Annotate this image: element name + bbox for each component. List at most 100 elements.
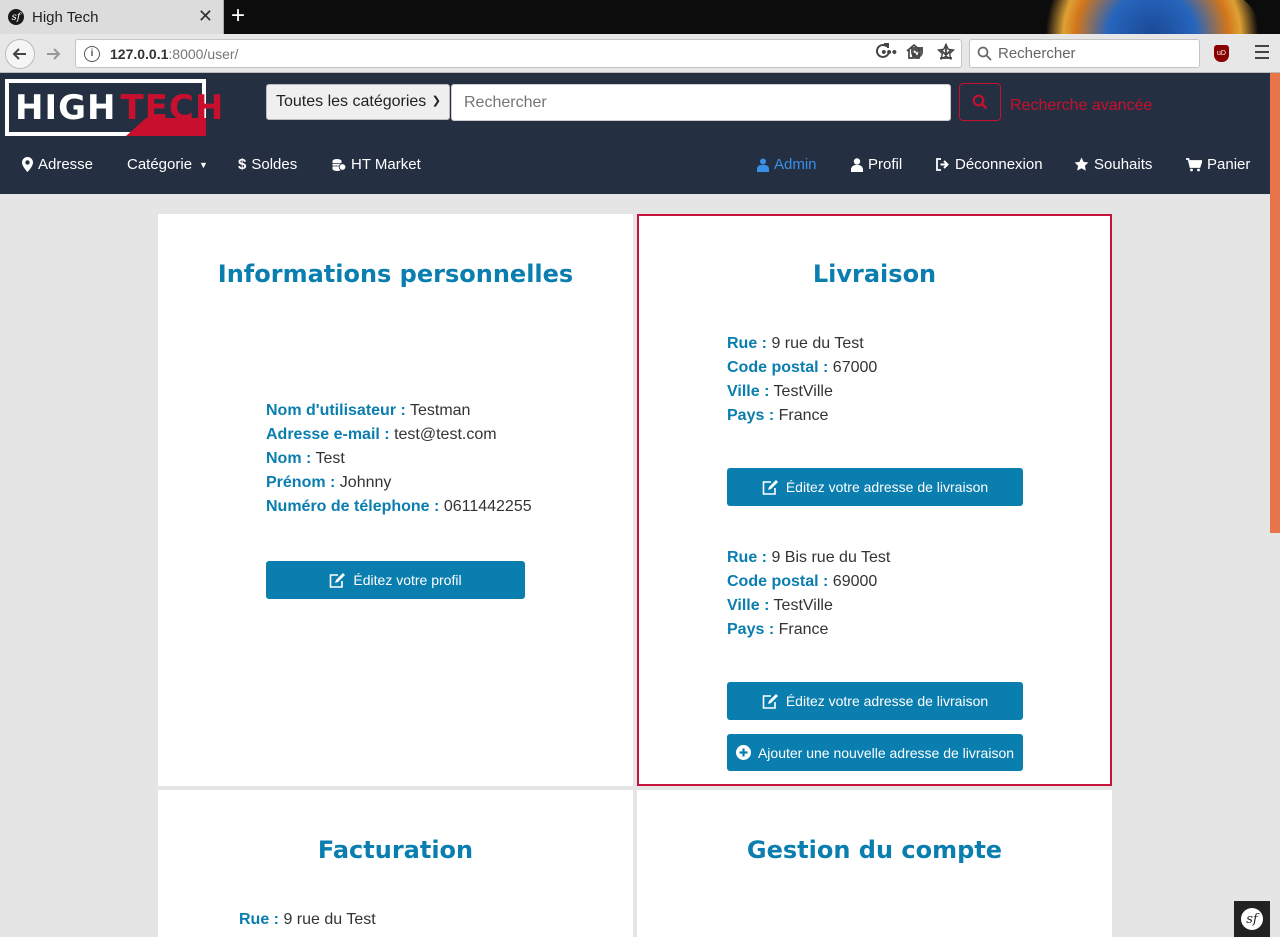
field-value: 9 Bis rue du Test [771,549,891,566]
search-button[interactable] [959,83,1001,121]
symfony-toolbar-toggle[interactable]: sf [1234,901,1270,937]
field-value: 0611442255 [443,498,532,515]
field-label: Prénom : [266,474,336,491]
site-header: HIGH TECH Toutes les catégories ❯ Recher… [0,73,1270,194]
browser-search-bar[interactable]: Rechercher [969,39,1200,68]
field-label: Pays : [727,621,775,638]
search-input[interactable] [451,84,951,121]
menu-icon[interactable] [1255,45,1269,63]
personal-info-title: Informations personnelles [217,260,574,288]
delivery-2-country: Pays : France [727,621,828,639]
delivery-1-country: Pays : France [727,407,828,425]
nav-panier[interactable]: Panier [1186,156,1250,173]
browser-toolbar: i 127.0.0.1:8000/user/ ••• Rechercher uD [0,34,1280,73]
field-label: Ville : [727,597,770,614]
field-label: Code postal : [727,573,829,590]
field-value: 9 rue du Test [771,335,864,352]
logo-tech-text: TECH [120,87,225,128]
close-tab-icon[interactable]: ✕ [198,7,213,25]
delivery-card: Livraison Rue : 9 rue du Test Code posta… [637,214,1112,786]
field-label: Numéro de télephone : [266,498,440,515]
add-delivery-label: Ajouter une nouvelle adresse de livraiso… [757,744,1015,761]
forward-button-icon[interactable] [38,39,68,69]
field-value: Testman [409,402,471,419]
users-icon [757,158,769,172]
field-value: France [778,407,829,424]
field-value: Johnny [339,474,392,491]
add-delivery-address-button[interactable]: Ajouter une nouvelle adresse de livraiso… [727,734,1023,771]
delivery-2-city: Ville : TestVille [727,597,833,615]
nav-ht-market-label: HT Market [351,156,421,173]
field-label: Nom d'utilisateur : [266,402,406,419]
advanced-search-link[interactable]: Recherche avancée [1010,97,1152,115]
nav-admin[interactable]: Admin [757,156,817,173]
home-icon[interactable] [905,42,923,60]
info-email: Adresse e-mail : test@test.com [266,426,497,444]
browser-tab-bar: sf High Tech ✕ + [0,0,1280,34]
search-icon [972,94,988,110]
nav-adresse[interactable]: Adresse [22,156,93,173]
chevron-down-icon: ❯ [431,95,441,107]
ublock-icon[interactable]: uD [1214,45,1229,62]
field-value: 69000 [832,573,878,590]
nav-deconnexion[interactable]: Déconnexion [936,156,1043,173]
field-label: Adresse e-mail : [266,426,390,443]
info-phone: Numéro de télephone : 0611442255 [266,498,532,516]
nav-admin-label: Admin [774,156,817,173]
url-text[interactable]: 127.0.0.1:8000/user/ [110,46,238,62]
nav-soldes[interactable]: $ Soldes [238,156,297,173]
star-icon [1074,157,1089,171]
browser-tab[interactable]: sf High Tech ✕ [0,0,224,34]
field-value: Test [315,450,345,467]
edit-icon [762,693,778,709]
field-label: Code postal : [727,359,829,376]
info-icon[interactable]: i [84,45,100,62]
category-select[interactable]: Toutes les catégories ❯ [266,84,450,120]
url-host: 127.0.0.1 [110,45,169,62]
nav-panier-label: Panier [1207,156,1251,173]
back-button-icon[interactable] [5,39,35,69]
nav-souhaits-label: Souhaits [1094,156,1153,173]
field-value: 67000 [832,359,878,376]
map-marker-icon [22,157,33,172]
billing-card: Facturation Rue : 9 rue du Test [158,790,633,937]
nav-soldes-label: Soldes [251,156,298,173]
field-label: Ville : [727,383,770,400]
field-label: Rue : [727,549,767,566]
sign-out-icon [936,158,949,171]
url-path: :8000/user/ [168,45,239,62]
download-icon[interactable] [937,42,955,60]
scrollbar-thumb[interactable] [1270,73,1280,533]
hightech-logo[interactable]: HIGH TECH [5,79,223,136]
billing-title: Facturation [317,836,474,864]
nav-profil-label: Profil [868,156,903,173]
nav-ht-market[interactable]: HT Market [332,156,421,173]
dollar-icon: $ [238,156,247,173]
tab-title: High Tech [32,8,99,26]
field-value: TestVille [773,597,833,614]
field-label: Rue : [239,911,279,928]
edit-icon [762,479,778,495]
delivery-2-postal: Code postal : 69000 [727,573,877,591]
field-label: Rue : [727,335,767,352]
edit-profile-label: Éditez votre profil [353,572,462,588]
billing-street: Rue : 9 rue du Test [239,911,376,929]
edit-profile-button[interactable]: Éditez votre profil [266,561,525,599]
edit-delivery-address-button-2[interactable]: Éditez votre adresse de livraison [727,682,1023,720]
delivery-1-postal: Code postal : 67000 [727,359,877,377]
nav-souhaits[interactable]: Souhaits [1074,156,1152,173]
nav-categorie-label: Catégorie [127,156,193,173]
url-bar[interactable]: i 127.0.0.1:8000/user/ ••• [75,39,962,68]
symfony-logo-icon: sf [1241,908,1263,930]
reload-icon[interactable] [874,42,892,60]
nav-adresse-label: Adresse [38,156,94,173]
caret-down-icon: ▼ [199,159,208,170]
nav-categorie[interactable]: Catégorie ▼ [127,156,208,173]
symfony-favicon-icon: sf [8,9,24,25]
delivery-title: Livraison [812,260,937,288]
edit-delivery-address-button[interactable]: Éditez votre adresse de livraison [727,468,1023,506]
nav-profil[interactable]: Profil [851,156,902,173]
new-tab-icon[interactable]: + [231,3,245,29]
browser-search-placeholder: Rechercher [998,45,1076,62]
nav-deconnexion-label: Déconnexion [955,156,1043,173]
